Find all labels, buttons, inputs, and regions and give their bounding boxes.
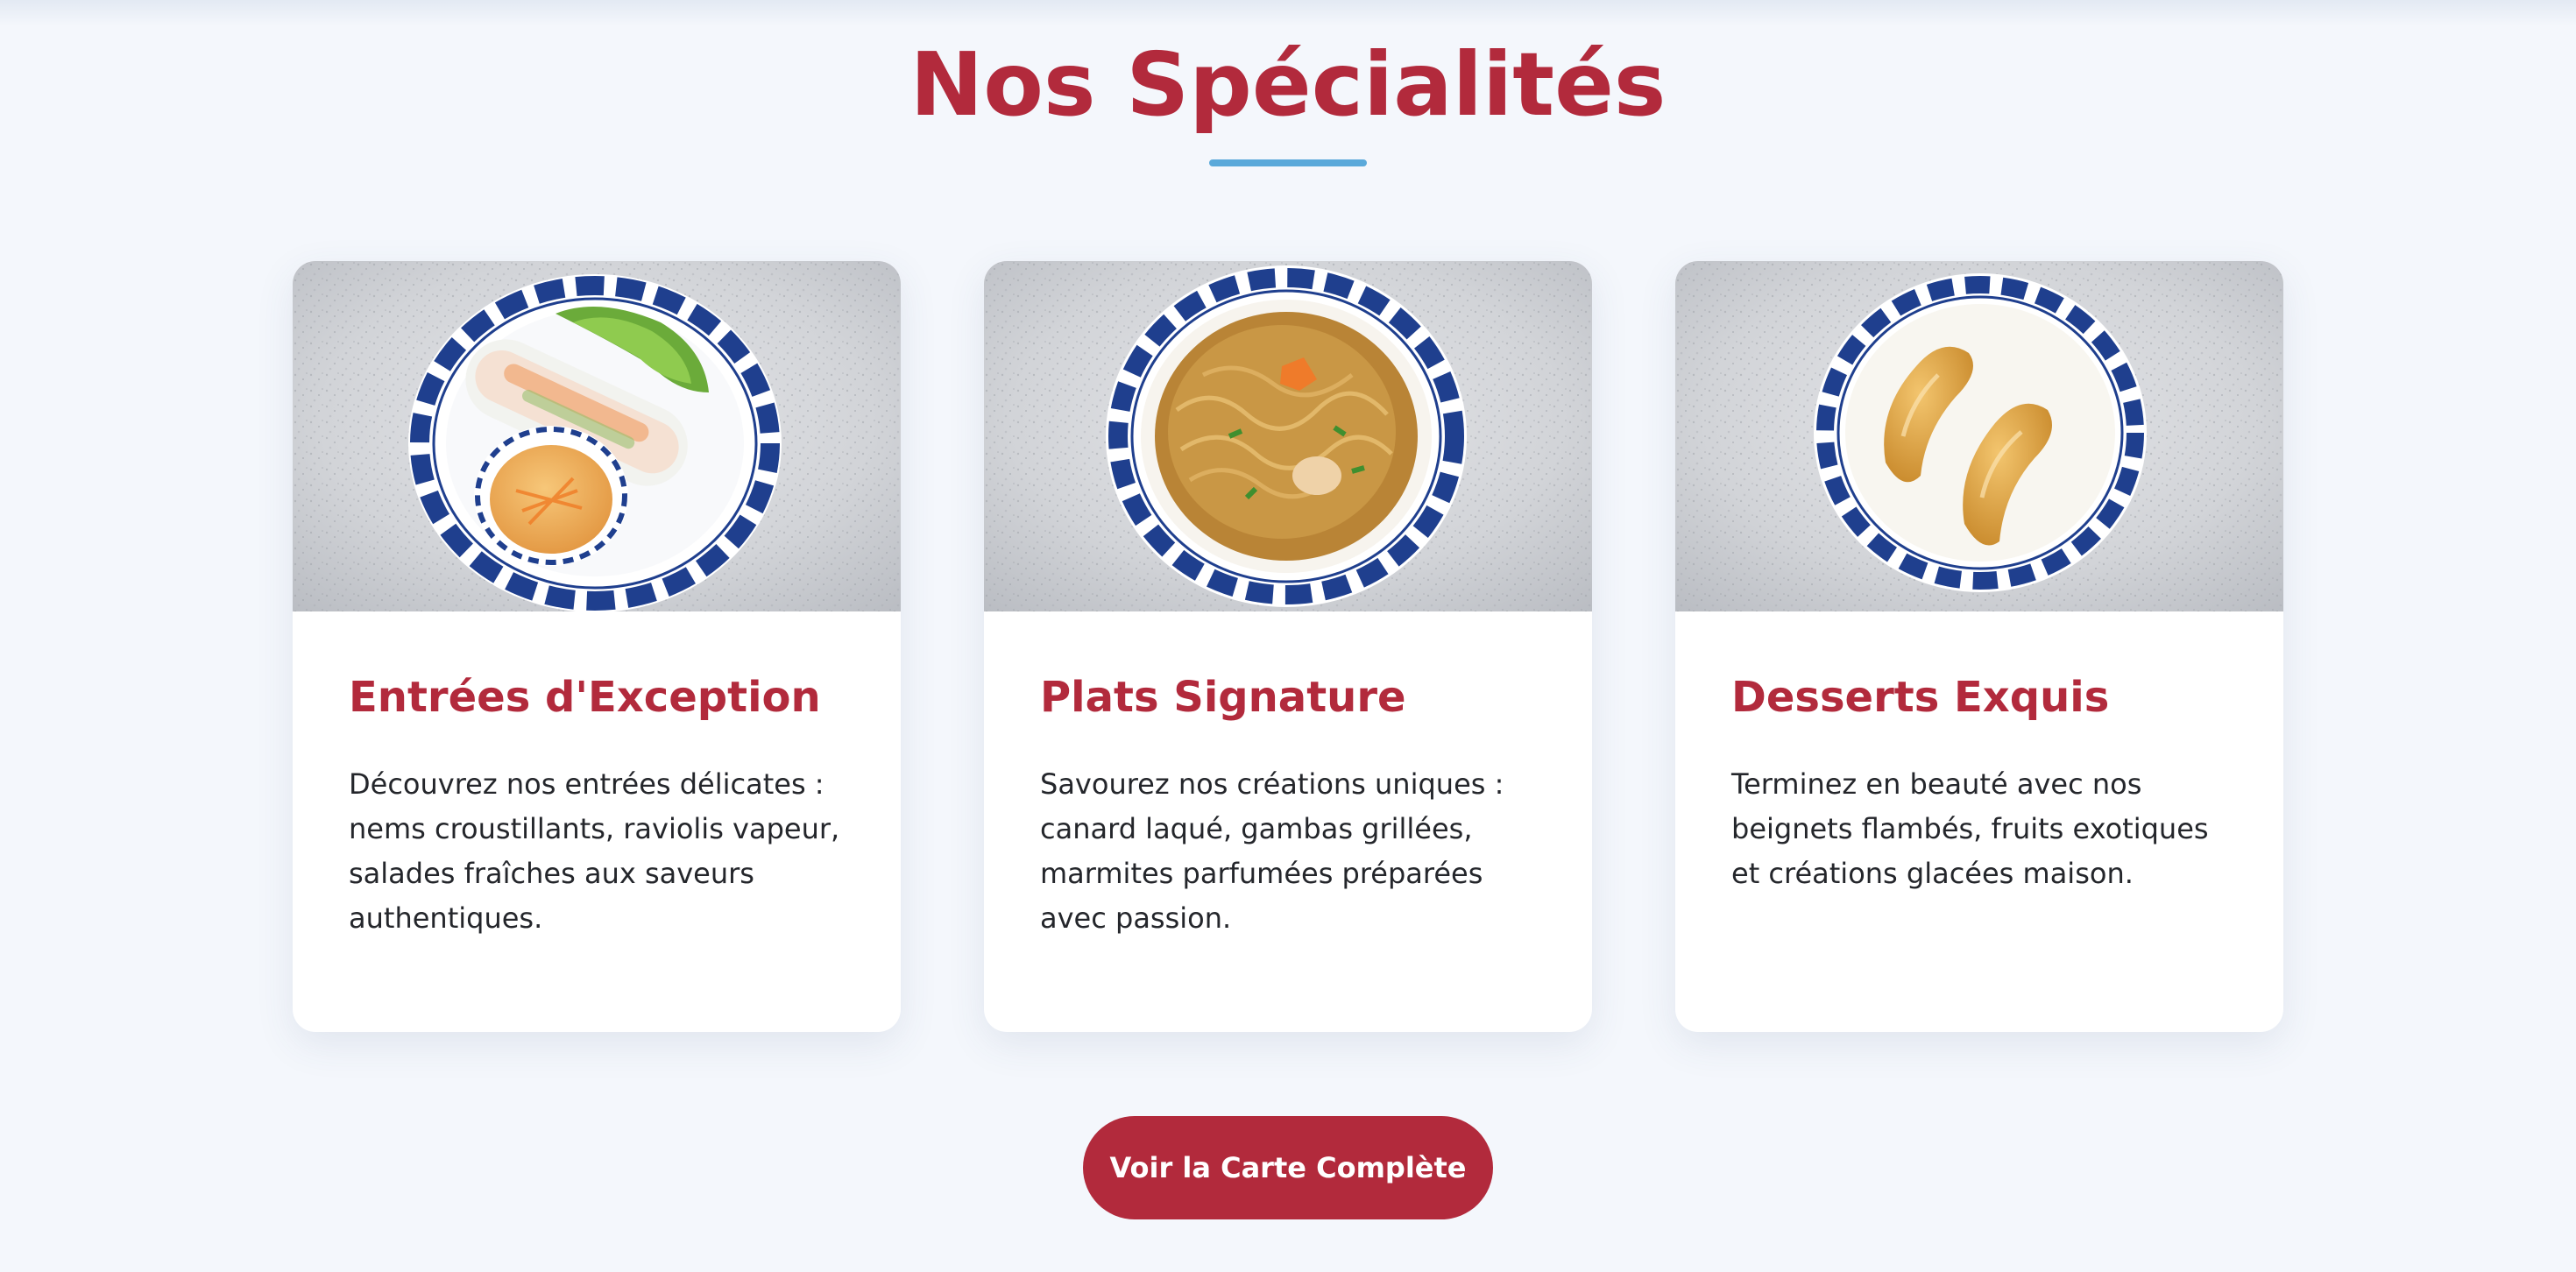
section-title: Nos Spécialités [909, 33, 1667, 136]
card-entrees[interactable]: Entrées d'Exception Découvrez nos entrée… [293, 261, 901, 1032]
card-description: Savourez nos créations uniques : canard … [1040, 767, 1504, 935]
top-strip [0, 0, 2576, 26]
card-title: Desserts Exquis [1731, 673, 2110, 722]
banana-fritters-image [1675, 261, 2283, 611]
card-description: Terminez en beauté avec nos beignets fla… [1731, 767, 2209, 890]
card-title: Entrées d'Exception [349, 673, 821, 722]
noodles-image [984, 261, 1592, 611]
title-underline [1209, 159, 1367, 166]
card-plats[interactable]: Plats Signature Savourez nos créations u… [984, 261, 1592, 1032]
card-title: Plats Signature [1040, 673, 1406, 722]
card-description: Découvrez nos entrées délicates : nems c… [349, 767, 840, 935]
card-desserts[interactable]: Desserts Exquis Terminez en beauté avec … [1675, 261, 2283, 1032]
view-full-menu-button[interactable]: Voir la Carte Complète [1083, 1116, 1493, 1219]
spring-rolls-image [293, 261, 901, 611]
